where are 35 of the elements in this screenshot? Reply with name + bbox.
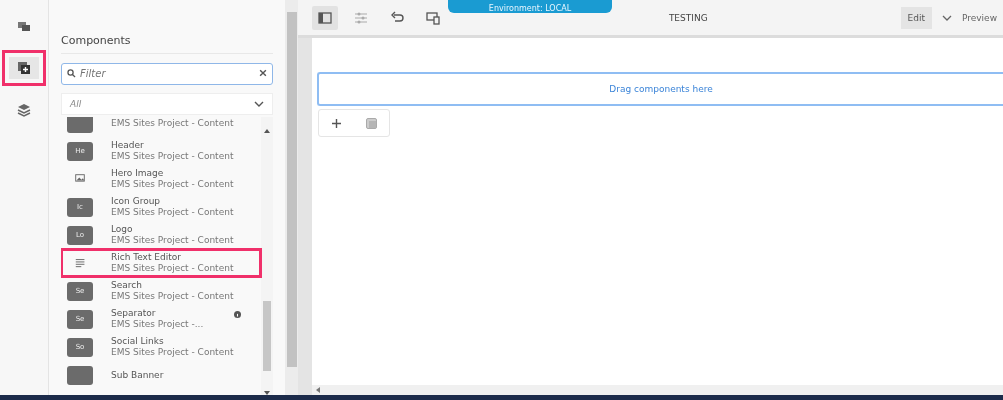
- text-lines-icon: [73, 257, 87, 269]
- sliders-icon: [354, 10, 368, 25]
- scroll-left-icon[interactable]: [316, 387, 320, 393]
- scroll-up-icon[interactable]: [264, 129, 270, 133]
- page-title: TESTING: [667, 12, 708, 23]
- search-icon: [67, 68, 76, 78]
- component-badge: [67, 365, 93, 385]
- scrollbar-thumb[interactable]: [263, 301, 271, 371]
- image-icon: [73, 174, 87, 184]
- add-icon[interactable]: [331, 118, 341, 128]
- component-item[interactable]: Sub Banner: [61, 361, 261, 389]
- group-select[interactable]: All: [61, 93, 273, 115]
- sidebar-toggle-button[interactable]: [312, 5, 338, 30]
- sidebar-icon: [318, 10, 332, 25]
- rail-button[interactable]: [2, 50, 46, 86]
- filter-field[interactable]: Filter: [61, 62, 273, 85]
- add-component-icon: [17, 61, 31, 75]
- component-item[interactable]: EMS Sites Project - Content: [61, 117, 261, 137]
- chevron-down-icon: [254, 101, 264, 107]
- undo-icon: [390, 10, 404, 25]
- chevron-down-icon[interactable]: [941, 14, 952, 21]
- close-icon: [259, 69, 267, 77]
- layers-icon: [17, 103, 31, 117]
- preview-button[interactable]: Preview: [961, 12, 1003, 23]
- drop-zone[interactable]: Drag components here: [317, 72, 1003, 106]
- component-item[interactable]: Hero Image EMS Sites Project - Content: [61, 165, 261, 193]
- panel-title: Components: [61, 34, 273, 54]
- environment-badge: Environment: LOCAL: [448, 0, 612, 13]
- info-icon: [234, 311, 241, 318]
- edit-mode-button[interactable]: Edit: [900, 6, 932, 29]
- component-item[interactable]: Rich Text Editor EMS Sites Project - Content: [61, 249, 261, 277]
- component-badge: [67, 117, 93, 133]
- images-icon: [17, 19, 31, 33]
- scrollbar-thumb[interactable]: [286, 12, 297, 367]
- devices-icon: [426, 10, 440, 25]
